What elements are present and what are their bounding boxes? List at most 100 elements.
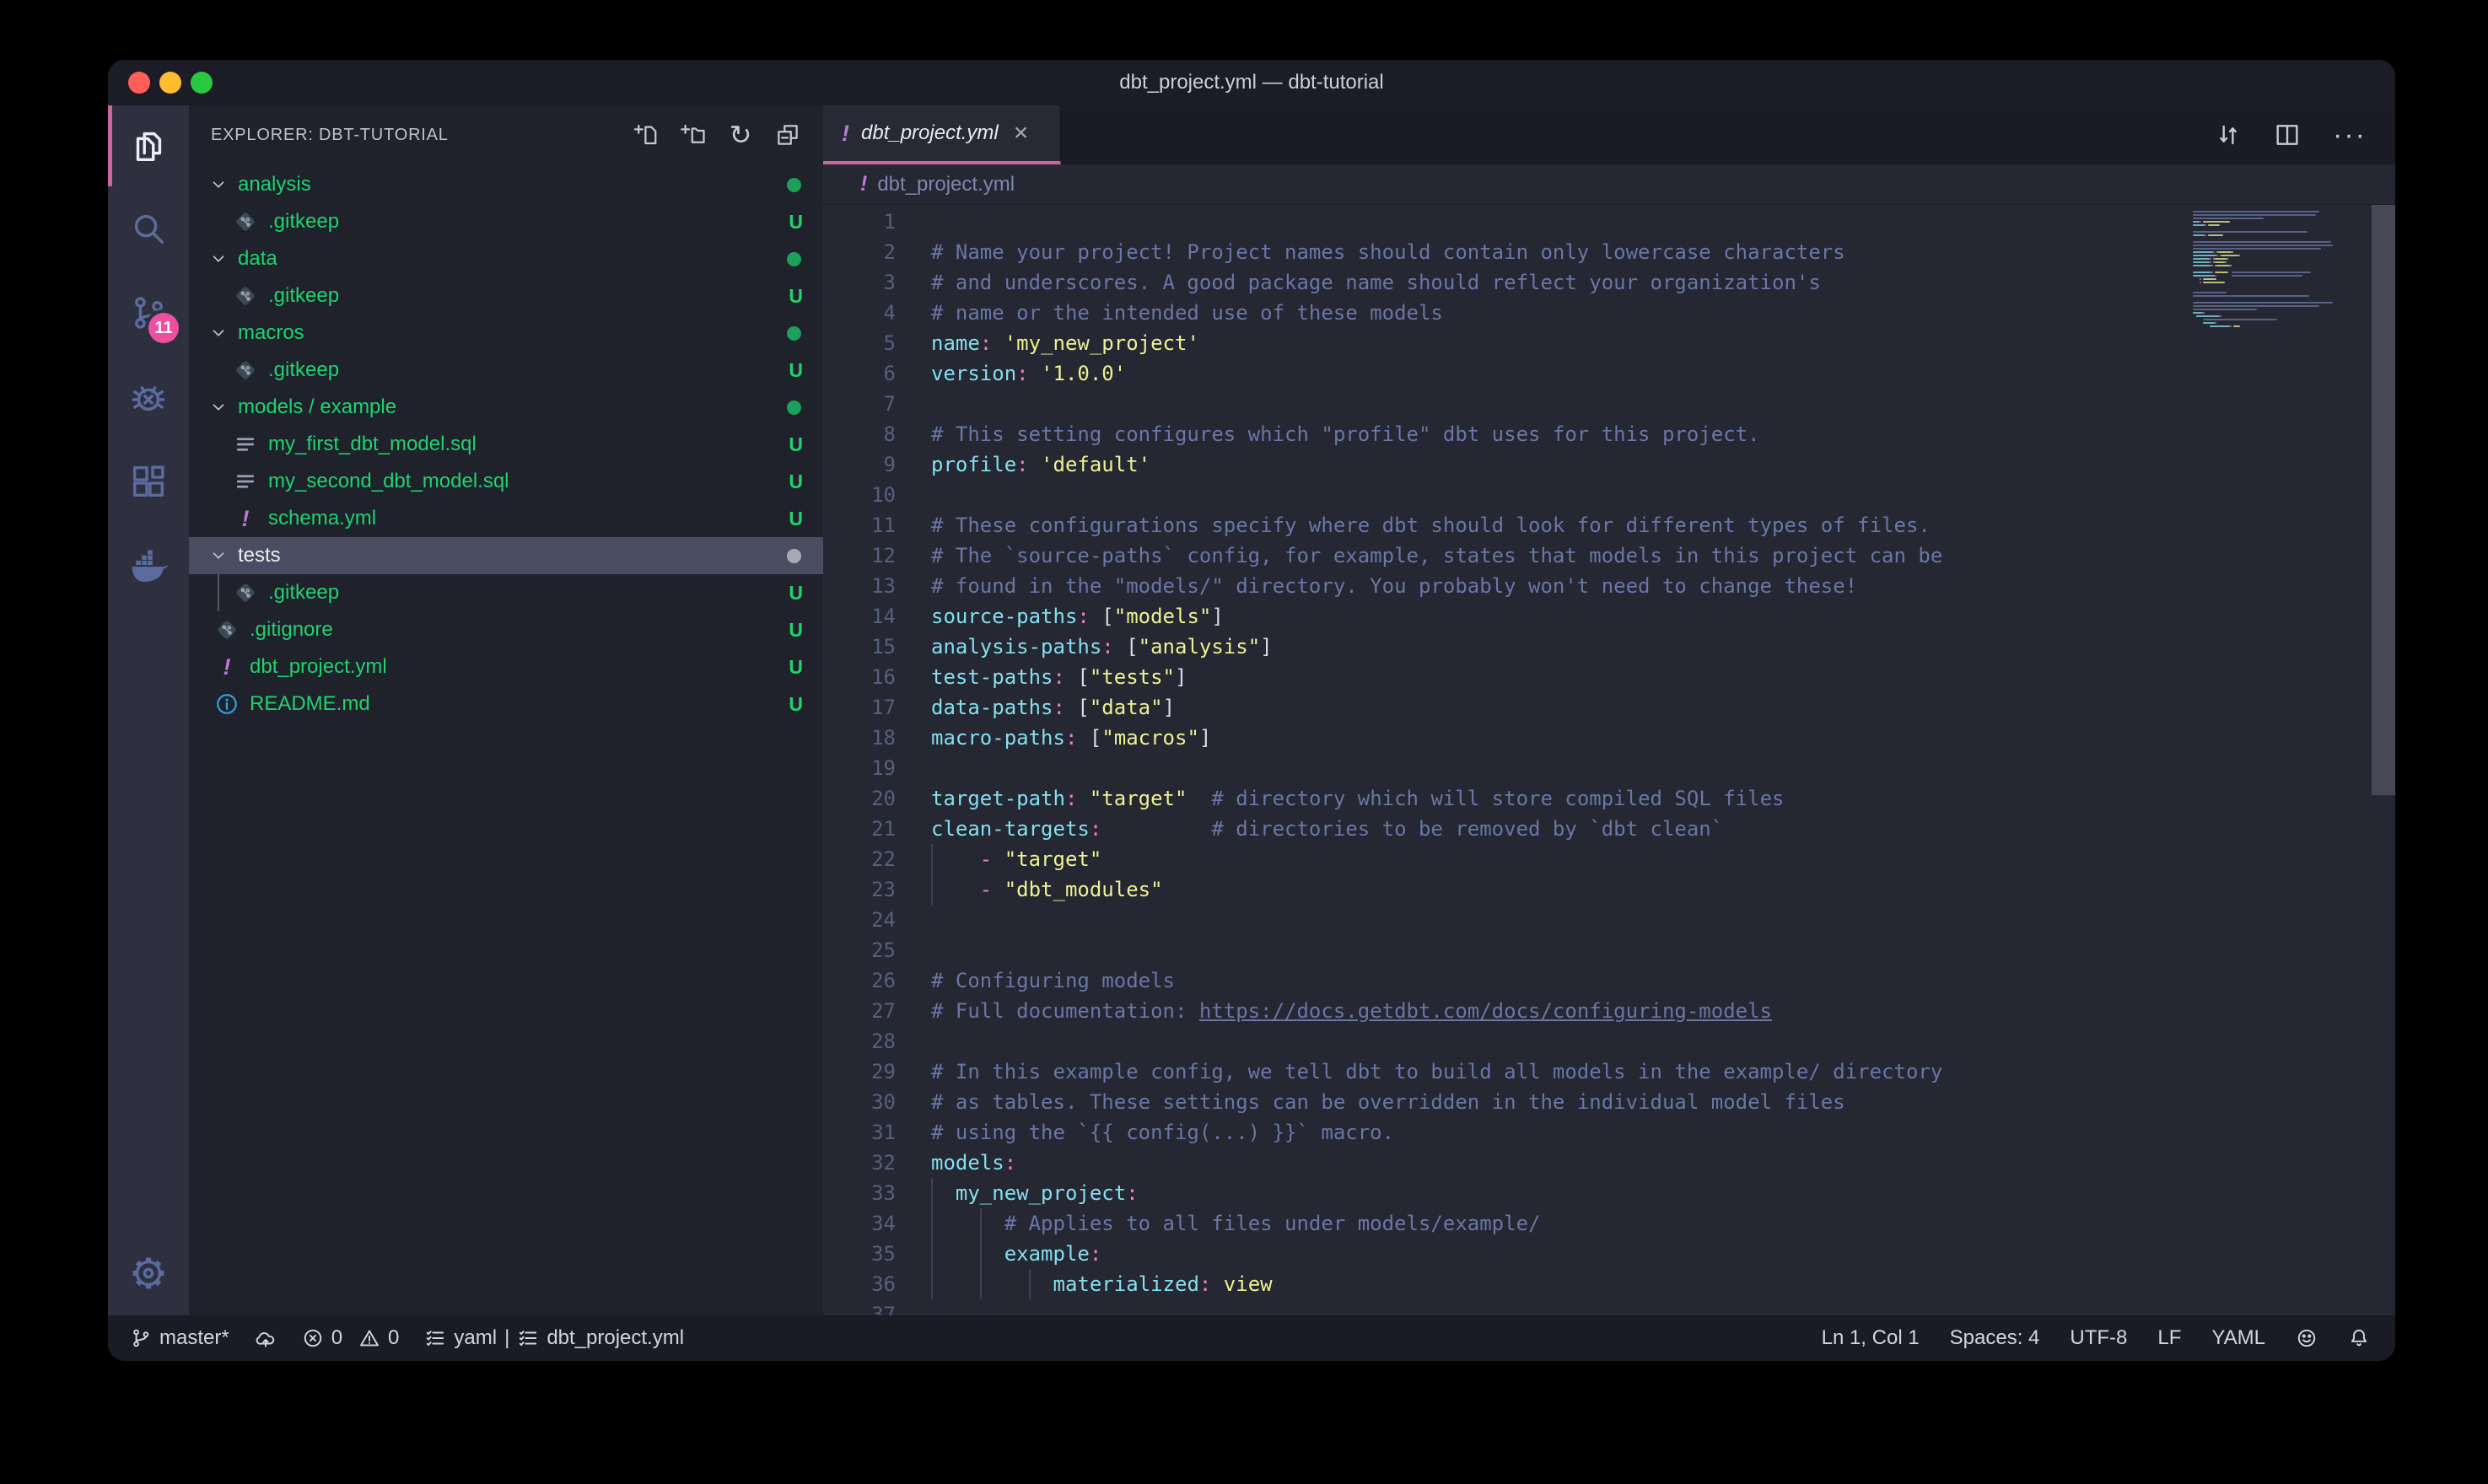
- encoding-setting[interactable]: UTF-8: [2070, 1326, 2127, 1350]
- task-mode: yaml: [454, 1326, 497, 1350]
- tree-item-data[interactable]: data: [189, 240, 823, 277]
- activity-search[interactable]: [108, 186, 189, 271]
- tree-item-models-example[interactable]: models / example: [189, 389, 823, 426]
- line-number: 6: [823, 358, 896, 389]
- tree-item-label: .gitkeep: [268, 581, 339, 605]
- breadcrumb-file[interactable]: dbt_project.yml: [877, 173, 1015, 196]
- git-untracked-badge: U: [789, 582, 803, 605]
- smiley-icon: [2296, 1327, 2318, 1349]
- warning-count: 0: [388, 1326, 399, 1350]
- activity-explorer[interactable]: [108, 105, 189, 186]
- tree-item-my-second-dbt-model-sql[interactable]: my_second_dbt_model.sqlU: [189, 463, 823, 500]
- activity-debug[interactable]: [108, 355, 189, 439]
- code-line-17: 17data-paths: ["data"]: [823, 692, 2176, 723]
- code-line-9: 9profile: 'default': [823, 449, 2176, 480]
- notifications-button[interactable]: [2348, 1327, 2370, 1349]
- git-untracked-badge: U: [789, 211, 803, 234]
- tree-item-label: macros: [238, 321, 304, 345]
- tree-item-label: models / example: [238, 395, 396, 419]
- git-untracked-badge: U: [789, 285, 803, 308]
- source-control-badge: 11: [148, 313, 179, 343]
- tree-item-label: tests: [238, 544, 281, 567]
- close-tab-icon[interactable]: ×: [1014, 121, 1029, 146]
- tree-item--gitkeep[interactable]: .gitkeepU: [189, 352, 823, 389]
- activity-extensions[interactable]: [108, 439, 189, 524]
- split-editor-icon[interactable]: [2274, 121, 2301, 148]
- line-number: 30: [823, 1087, 896, 1117]
- code-line-8: 8# This setting configures which "profil…: [823, 419, 2176, 449]
- tree-item-my-first-dbt-model-sql[interactable]: my_first_dbt_model.sqlU: [189, 426, 823, 463]
- feedback-button[interactable]: [2296, 1327, 2318, 1349]
- code-line-21: 21clean-targets: # directories to be rem…: [823, 814, 2176, 844]
- yaml-warning-icon: !: [842, 121, 849, 147]
- tree-item-macros[interactable]: macros: [189, 315, 823, 352]
- cursor-position[interactable]: Ln 1, Col 1: [1822, 1326, 1920, 1350]
- line-number: 21: [823, 814, 896, 844]
- editor-actions: ···: [2215, 105, 2395, 164]
- vertical-scrollbar[interactable]: [2372, 205, 2395, 795]
- error-count: 0: [331, 1326, 342, 1350]
- tab-label: dbt_project.yml: [861, 121, 999, 145]
- code-line-16: 16test-paths: ["tests"]: [823, 662, 2176, 692]
- folder-git-dot: [787, 252, 801, 266]
- code-line-37: 37: [823, 1299, 2176, 1315]
- problems-indicator[interactable]: 0 0: [302, 1326, 400, 1350]
- tree-item-dbt-project-yml[interactable]: !dbt_project.ymlU: [189, 648, 823, 686]
- warnings-icon: [358, 1327, 380, 1349]
- line-number: 31: [823, 1117, 896, 1148]
- code-line-32: 32models:: [823, 1148, 2176, 1178]
- git-untracked-badge: U: [789, 470, 803, 493]
- line-number: 33: [823, 1178, 896, 1208]
- code-editor[interactable]: 12# Name your project! Project names sho…: [823, 205, 2395, 1315]
- collapse-all-button[interactable]: [774, 121, 801, 148]
- tree-item--gitkeep[interactable]: .gitkeepU: [189, 203, 823, 240]
- tree-item-schema-yml[interactable]: !schema.ymlU: [189, 500, 823, 537]
- tree-item--gitkeep[interactable]: .gitkeepU: [189, 277, 823, 315]
- sync-changes-button[interactable]: [255, 1327, 277, 1349]
- bell-icon: [2348, 1327, 2370, 1349]
- separator: |: [504, 1326, 509, 1350]
- tree-item--gitignore[interactable]: .gitignoreU: [189, 611, 823, 648]
- line-number: 26: [823, 965, 896, 996]
- status-bar: master* 0 0: [108, 1315, 2395, 1361]
- task-indicator[interactable]: yaml | dbt_project.yml: [424, 1326, 684, 1350]
- code-line-13: 13# found in the "models/" directory. Yo…: [823, 571, 2176, 601]
- line-number: 3: [823, 267, 896, 298]
- code-line-15: 15analysis-paths: ["analysis"]: [823, 632, 2176, 662]
- tree-item-readme-md[interactable]: README.mdU: [189, 686, 823, 723]
- code-line-1: 1: [823, 207, 2176, 237]
- refresh-button[interactable]: ↻: [727, 121, 754, 148]
- tree-item-analysis[interactable]: analysis: [189, 166, 823, 203]
- line-number: 36: [823, 1269, 896, 1299]
- minimap[interactable]: [2193, 207, 2370, 331]
- git-untracked-badge: U: [789, 693, 803, 716]
- open-changes-icon[interactable]: [2215, 121, 2242, 148]
- line-number: 19: [823, 753, 896, 783]
- line-number: 22: [823, 844, 896, 874]
- activity-source-control[interactable]: 11: [108, 271, 189, 355]
- info-icon: [214, 691, 240, 717]
- language-mode[interactable]: YAML: [2211, 1326, 2265, 1350]
- code-line-6: 6version: '1.0.0': [823, 358, 2176, 389]
- tree-item-label: schema.yml: [268, 507, 376, 530]
- branch-indicator[interactable]: master*: [130, 1326, 229, 1350]
- line-number: 11: [823, 510, 896, 540]
- git-untracked-badge: U: [789, 656, 803, 679]
- tree-item-tests[interactable]: tests: [189, 537, 823, 574]
- eol-setting[interactable]: LF: [2157, 1326, 2181, 1350]
- new-folder-button[interactable]: [680, 121, 707, 148]
- activity-docker[interactable]: [108, 524, 189, 608]
- indentation-setting[interactable]: Spaces: 4: [1950, 1326, 2040, 1350]
- activity-settings[interactable]: [108, 1231, 189, 1315]
- tab-dbt-project-yml[interactable]: ! dbt_project.yml ×: [823, 105, 1061, 164]
- explorer-header: EXPLORER: DBT-TUTORIAL ↻: [189, 105, 823, 164]
- more-actions-icon[interactable]: ···: [2333, 119, 2367, 152]
- tree-item--gitkeep[interactable]: .gitkeep U: [189, 574, 823, 611]
- folder-git-dot: [787, 326, 801, 341]
- code-line-20: 20target-path: "target" # directory whic…: [823, 783, 2176, 814]
- new-file-button[interactable]: [633, 121, 660, 148]
- code-line-35: 35 example:: [823, 1239, 2176, 1269]
- activity-spacer: [108, 608, 189, 1231]
- code-line-3: 3# and underscores. A good package name …: [823, 267, 2176, 298]
- chevron-down-icon: [209, 175, 228, 194]
